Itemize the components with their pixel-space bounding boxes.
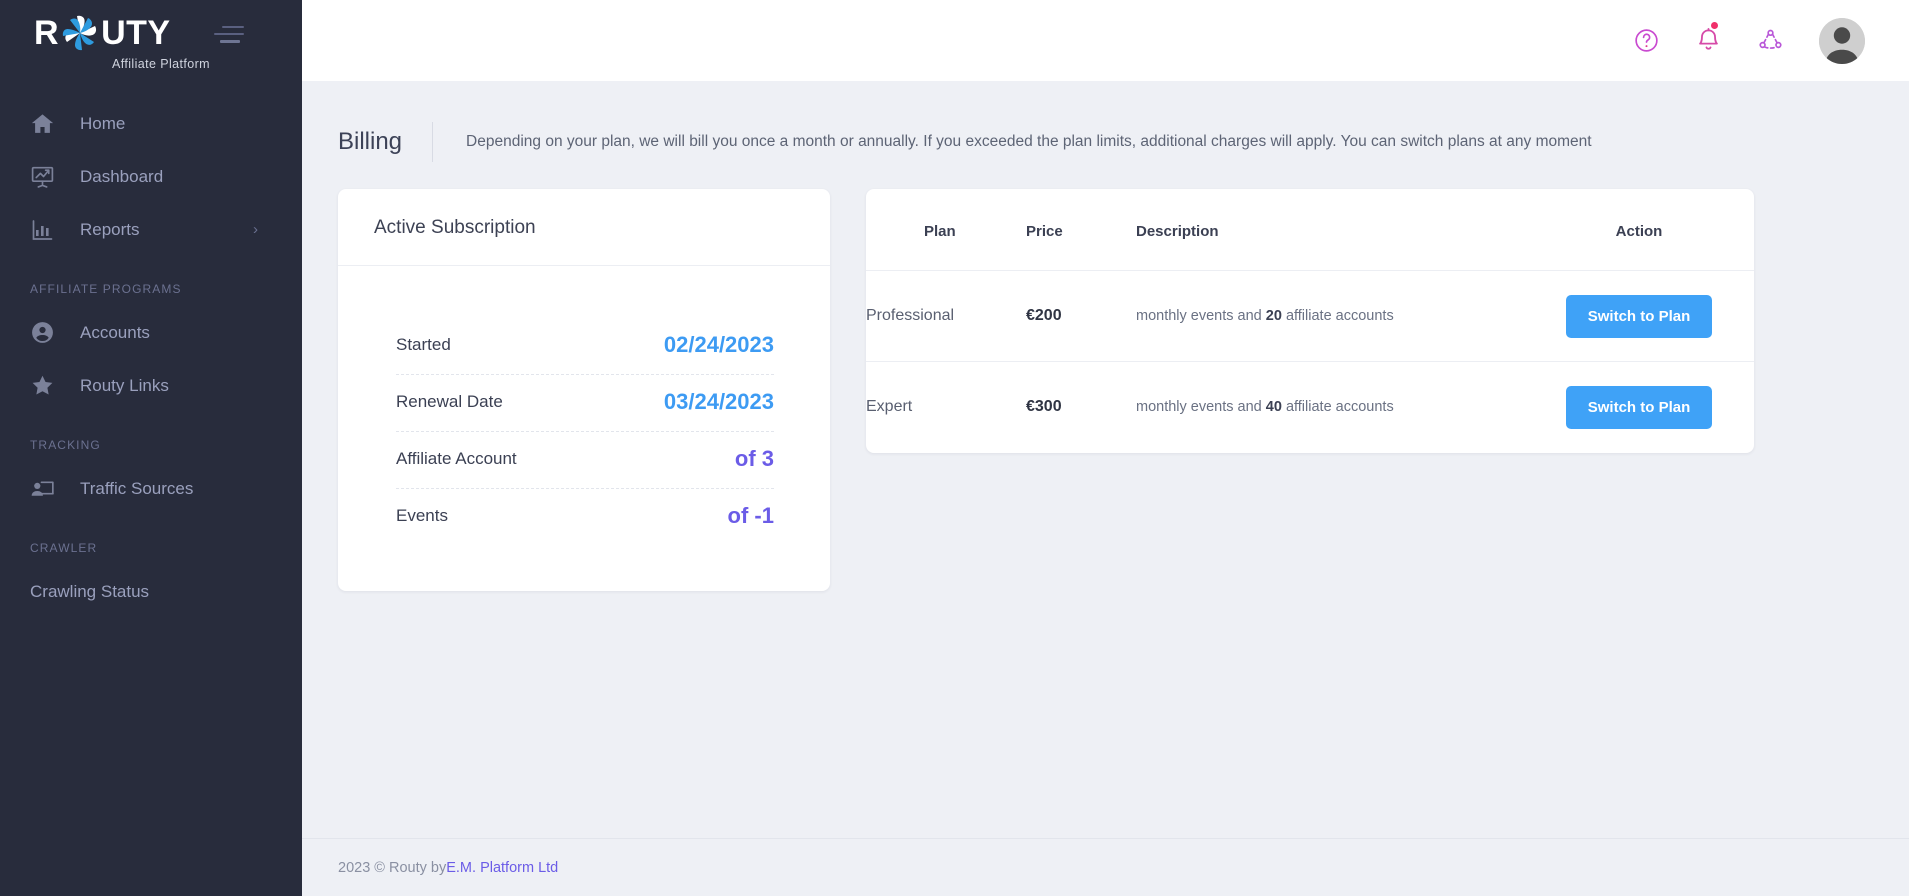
chevron-right-icon: ›: [253, 221, 258, 238]
home-icon: [30, 111, 64, 137]
subscription-row-affiliate-account: Affiliate Account of 3: [396, 432, 774, 489]
cell-price: €300: [1026, 398, 1062, 416]
plans-card: Plan Price Description Action Profession…: [866, 189, 1754, 453]
row-value: of 3: [734, 446, 774, 471]
hamburger-line-2: [214, 33, 244, 35]
desc-prefix: monthly events and: [1136, 308, 1266, 324]
row-label: Renewal Date: [396, 392, 503, 411]
desc-count: 40: [1265, 399, 1282, 416]
plans-table-head: Plan Price Description Action: [866, 189, 1754, 271]
desc-prefix: monthly events and: [1136, 399, 1266, 416]
brand-header: R UTY Affiliate Platform: [0, 0, 302, 81]
sidebar-item-label: Routy Links: [80, 376, 169, 395]
subscription-row-renewal-date: Renewal Date 03/24/2023: [396, 375, 774, 432]
sidebar-item-dashboard[interactable]: Dashboard: [0, 150, 302, 203]
user-avatar[interactable]: [1819, 17, 1865, 64]
traffic-source-icon: [30, 476, 64, 502]
share-network-icon[interactable]: [1739, 10, 1801, 72]
plans-table: Plan Price Description Action Profession…: [866, 189, 1754, 453]
bar-chart-icon: [30, 217, 64, 243]
column-header-action: Action: [1524, 189, 1754, 271]
page-title: Billing: [338, 128, 403, 155]
bell-icon[interactable]: [1677, 10, 1739, 72]
cell-description: monthly events and 40 affiliate accounts: [1136, 362, 1524, 453]
hamburger-line-3: [220, 40, 240, 43]
sidebar-section-crawler: CRAWLER: [30, 541, 98, 555]
cell-plan: Expert: [866, 398, 913, 416]
logo-wordmark: R UTY: [34, 10, 171, 56]
desc-suffix: affiliate accounts: [1281, 308, 1394, 324]
content-area: Active Subscription Started 02/24/2023 R…: [302, 173, 1909, 591]
main-area: Billing Depending on your plan, we will …: [302, 0, 1909, 896]
cell-action: Switch to Plan: [1524, 270, 1754, 362]
column-header-description: Description: [1136, 189, 1524, 271]
row-label: Affiliate Account: [396, 449, 517, 468]
active-subscription-body: Started 02/24/2023 Renewal Date 03/24/20…: [338, 266, 830, 591]
app-root: R UTY Affiliate Platform Home Dashboard …: [0, 0, 1909, 896]
sidebar-item-label: Accounts: [80, 323, 150, 342]
topbar: [302, 0, 1909, 81]
sidebar-item-routy-links[interactable]: Routy Links: [0, 359, 302, 412]
sidebar-item-label: Home: [80, 114, 126, 133]
active-subscription-card: Active Subscription Started 02/24/2023 R…: [338, 189, 830, 591]
sidebar-item-home[interactable]: Home: [0, 97, 302, 150]
hamburger-menu-icon[interactable]: [214, 26, 244, 48]
cell-description: monthly events and 20 affiliate accounts: [1136, 270, 1524, 362]
sidebar-item-label: Traffic Sources: [80, 479, 194, 498]
page-header: Billing Depending on your plan, we will …: [302, 81, 1909, 173]
table-row: Professional €200 monthly events and 20 …: [866, 270, 1754, 362]
plans-table-body: Professional €200 monthly events and 20 …: [866, 270, 1754, 453]
table-header-row: Plan Price Description Action: [866, 189, 1754, 271]
cell-plan: Professional: [866, 270, 1026, 362]
help-circle-icon[interactable]: [1615, 10, 1677, 72]
sidebar-section-tracking: TRACKING: [30, 438, 101, 452]
sidebar-item-accounts[interactable]: Accounts: [0, 306, 302, 359]
active-subscription-title: Active Subscription: [338, 189, 830, 266]
sidebar: R UTY Affiliate Platform Home Dashboard …: [0, 0, 302, 896]
star-icon: [30, 373, 64, 399]
presentation-chart-icon: [30, 164, 64, 190]
subscription-row-events: Events of -1: [396, 489, 774, 545]
row-value: of -1: [727, 503, 774, 528]
footer-company-link[interactable]: E.M. Platform Ltd: [446, 860, 558, 876]
page-description-wrap: Depending on your plan, we will bill you…: [432, 122, 1592, 162]
logo[interactable]: R UTY Affiliate Platform: [34, 10, 210, 71]
sidebar-item-label: Dashboard: [80, 167, 164, 186]
sidebar-item-label: Reports: [80, 220, 140, 239]
notification-badge: [1711, 21, 1718, 29]
row-value: 02/24/2023: [663, 332, 774, 357]
column-header-plan: Plan: [866, 189, 1026, 271]
user-circle-icon: [30, 320, 64, 346]
row-label: Started: [396, 335, 451, 354]
pinwheel-icon: [57, 10, 103, 56]
cell-price: €200: [1026, 270, 1136, 362]
sidebar-item-crawling-status[interactable]: Crawling Status: [0, 565, 302, 618]
page-description: Depending on your plan, we will bill you…: [466, 132, 1592, 150]
switch-to-plan-button[interactable]: Switch to Plan: [1565, 294, 1713, 338]
footer-copyright: 2023 © Routy by: [338, 859, 447, 876]
row-label: Events: [396, 506, 448, 525]
switch-to-plan-button[interactable]: Switch to Plan: [1565, 385, 1713, 429]
subscription-row-started: Started 02/24/2023: [396, 318, 774, 375]
footer: 2023 © Routy by E.M. Platform Ltd: [302, 838, 1909, 896]
hamburger-line-1: [222, 26, 244, 28]
logo-text-left: R: [34, 14, 60, 52]
column-header-price: Price: [1026, 189, 1136, 271]
row-value: 03/24/2023: [663, 389, 774, 414]
sidebar-item-reports[interactable]: Reports ›: [0, 203, 302, 256]
sidebar-item-traffic-sources[interactable]: Traffic Sources: [0, 462, 302, 515]
sidebar-section-affiliate-programs: AFFILIATE PROGRAMS: [30, 282, 182, 296]
desc-count: 20: [1265, 308, 1282, 324]
logo-text-right: UTY: [101, 14, 171, 52]
sidebar-item-label: Crawling Status: [30, 582, 150, 601]
table-row: Expert €300 monthly events and 40 affili…: [866, 362, 1754, 453]
desc-suffix: affiliate accounts: [1281, 399, 1394, 416]
sidebar-nav: Home Dashboard Reports › AFFILIATE PROGR…: [0, 81, 302, 896]
cell-action: Switch to Plan: [1524, 362, 1754, 453]
logo-subtitle: Affiliate Platform: [112, 57, 210, 71]
